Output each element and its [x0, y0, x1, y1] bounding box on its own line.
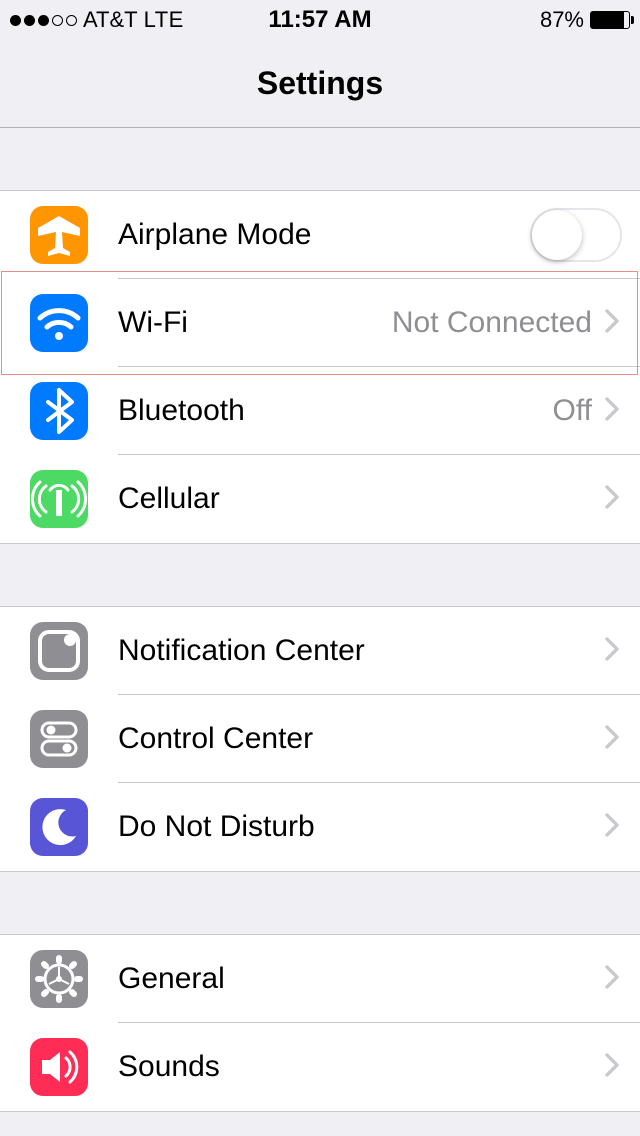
signal-dots: [10, 15, 77, 26]
row-label: Do Not Disturb: [118, 810, 602, 844]
chevron-right-icon: [602, 961, 622, 998]
settings-row-notification-center[interactable]: Notification Center: [0, 607, 640, 695]
status-left: AT&T LTE: [10, 7, 184, 33]
sounds-icon: [30, 1038, 88, 1096]
settings-header: Settings: [0, 40, 640, 128]
row-label: Cellular: [118, 482, 602, 516]
row-label: Bluetooth: [118, 394, 553, 428]
settings-row-control-center[interactable]: Control Center: [0, 695, 640, 783]
settings-row-do-not-disturb[interactable]: Do Not Disturb: [0, 783, 640, 871]
settings-row-general[interactable]: General: [0, 935, 640, 1023]
settings-row-cellular[interactable]: Cellular: [0, 455, 640, 543]
signal-dot: [24, 15, 35, 26]
row-label: Airplane Mode: [118, 218, 530, 252]
chevron-right-icon: [602, 393, 622, 430]
signal-dot: [52, 15, 63, 26]
settings-list: Airplane ModeWi-FiNot ConnectedBluetooth…: [0, 128, 640, 1112]
toggle-knob: [532, 210, 582, 260]
notification-center-icon: [30, 622, 88, 680]
signal-dot: [10, 15, 21, 26]
status-time: 11:57 AM: [268, 6, 371, 34]
row-value: Not Connected: [392, 306, 592, 340]
chevron-right-icon: [602, 305, 622, 342]
airplane-icon: [30, 206, 88, 264]
chevron-right-icon: [602, 809, 622, 846]
settings-row-wi-fi[interactable]: Wi-FiNot Connected: [0, 279, 640, 367]
carrier-label: AT&T: [83, 7, 138, 33]
row-label: General: [118, 962, 602, 996]
wifi-icon: [30, 294, 88, 352]
battery-fill: [591, 12, 624, 28]
chevron-right-icon: [602, 1049, 622, 1086]
page-title: Settings: [257, 65, 383, 102]
settings-group: Notification Center Control Center Do Not …: [0, 606, 640, 872]
row-label: Sounds: [118, 1050, 602, 1084]
signal-dot: [38, 15, 49, 26]
row-value: Off: [553, 394, 592, 428]
settings-row-sounds[interactable]: Sounds: [0, 1023, 640, 1111]
control-center-icon: [30, 710, 88, 768]
chevron-right-icon: [602, 721, 622, 758]
chevron-right-icon: [602, 633, 622, 670]
airplane-mode-toggle[interactable]: [530, 208, 622, 262]
general-icon: [30, 950, 88, 1008]
settings-row-airplane-mode[interactable]: Airplane Mode: [0, 191, 640, 279]
status-bar: AT&T LTE 11:57 AM 87%: [0, 0, 640, 40]
signal-dot: [66, 15, 77, 26]
cellular-icon: [30, 470, 88, 528]
settings-group: General Sounds: [0, 934, 640, 1112]
settings-row-bluetooth[interactable]: BluetoothOff: [0, 367, 640, 455]
row-label: Notification Center: [118, 634, 602, 668]
battery-percent: 87%: [540, 7, 584, 33]
battery-icon: [590, 11, 630, 29]
chevron-right-icon: [602, 481, 622, 518]
row-label: Control Center: [118, 722, 602, 756]
settings-group: Airplane ModeWi-FiNot ConnectedBluetooth…: [0, 190, 640, 544]
bluetooth-icon: [30, 382, 88, 440]
row-label: Wi-Fi: [118, 306, 392, 340]
do-not-disturb-icon: [30, 798, 88, 856]
status-right: 87%: [540, 7, 630, 33]
network-label: LTE: [144, 7, 184, 33]
